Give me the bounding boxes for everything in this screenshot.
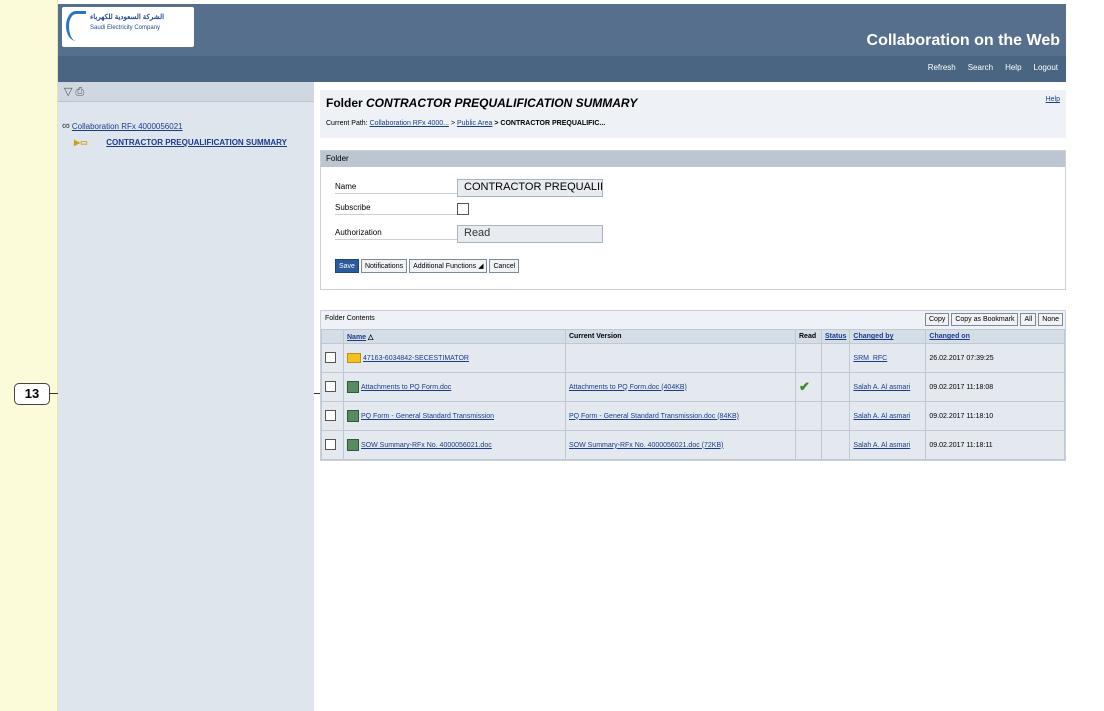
table-row: PQ Form - General Standard Transmission …	[321, 401, 1065, 431]
row-changed-by[interactable]: Salah A. Al asmari	[853, 384, 910, 391]
row-status	[820, 343, 851, 373]
row-changed-on: 09.02.2017 11:18:11	[925, 430, 1065, 460]
select-column-header	[321, 329, 344, 344]
row-version-link[interactable]: Attachments to PQ Form.doc (404KB)	[569, 384, 687, 391]
row-name-link[interactable]: SOW Summary-RFx No. 4000056021.doc	[361, 442, 492, 449]
select-none-button[interactable]: None	[1038, 313, 1063, 326]
row-changed-by[interactable]: Salah A. Al asmari	[853, 413, 910, 420]
row-status	[820, 401, 851, 431]
subscribe-label: Subscribe	[335, 203, 457, 215]
column-header-name[interactable]: Name △	[343, 329, 566, 344]
column-header-read: Read	[795, 329, 822, 344]
sidebar: ▽ ⎙ ∞ Collaboration RFx 4000056021 ▶▭ CO…	[58, 82, 314, 711]
row-read	[795, 343, 822, 373]
row-checkbox[interactable]	[325, 438, 336, 450]
folder-panel: Folder Name CONTRACTOR PREQUALIFICATION …	[320, 150, 1066, 290]
folder-icon: ▶▭	[74, 138, 88, 147]
folder-icon	[347, 353, 361, 363]
name-label: Name	[335, 182, 457, 194]
logout-link[interactable]: Logout	[1034, 63, 1058, 72]
column-header-changed-by[interactable]: Changed by	[849, 329, 927, 344]
binoculars-icon: ∞	[62, 120, 70, 132]
document-icon	[347, 410, 359, 422]
row-changed-on: 09.02.2017 11:18:10	[925, 401, 1065, 431]
folder-buttons: Save Notifications Additional Functions …	[335, 259, 520, 273]
row-name-link[interactable]: Attachments to PQ Form.doc	[361, 384, 451, 391]
subscribe-checkbox[interactable]	[457, 203, 469, 215]
tree-child-link[interactable]: CONTRACTOR PREQUALIFICATION SUMMARY	[106, 138, 287, 147]
document-icon	[347, 439, 359, 451]
logo-english-text: Saudi Electricity Company	[90, 25, 161, 31]
contents-table: Name △ Current Version Read Status Chang…	[321, 329, 1065, 460]
column-header-changed-on[interactable]: Changed on	[925, 329, 1065, 344]
additional-functions-button[interactable]: Additional Functions ◢	[409, 259, 488, 273]
folder-contents-header: Folder Contents Copy Copy as Bookmark Al…	[321, 311, 1065, 329]
margin-strip	[0, 0, 58, 711]
subscribe-row: Subscribe	[335, 203, 469, 215]
breadcrumb-link-collab[interactable]: Collaboration RFx 4000...	[370, 120, 449, 127]
page-title: Folder CONTRACTOR PREQUALIFICATION SUMMA…	[326, 96, 638, 110]
company-logo: الشركة السعودية للكهرباء Saudi Electrici…	[62, 7, 194, 47]
row-checkbox[interactable]	[325, 409, 336, 421]
app-window: الشركة السعودية للكهرباء Saudi Electrici…	[58, 4, 1066, 711]
breadcrumb: Current Path: Collaboration RFx 4000... …	[326, 120, 606, 127]
sidebar-tools[interactable]: ▽ ⎙	[58, 82, 314, 102]
table-row: SOW Summary-RFx No. 4000056021.doc SOW S…	[321, 430, 1065, 460]
tree-child[interactable]: ▶▭ CONTRACTOR PREQUALIFICATION SUMMARY	[66, 137, 306, 149]
tree-root[interactable]: ∞ Collaboration RFx 4000056021	[62, 120, 183, 132]
row-changed-by[interactable]: Salah A. Al asmari	[853, 442, 910, 449]
authorization-row: Authorization Read	[335, 225, 603, 243]
row-version-link[interactable]: PQ Form - General Standard Transmission.…	[569, 413, 739, 420]
row-version-link[interactable]: SOW Summary-RFx No. 4000056021.doc (72KB…	[569, 442, 723, 449]
row-status	[820, 372, 851, 402]
row-name-link[interactable]: 47163-6034842-SECESTIMATOR	[363, 355, 469, 362]
authorization-label: Authorization	[335, 228, 457, 240]
row-checkbox[interactable]	[325, 351, 336, 363]
main-content: Folder CONTRACTOR PREQUALIFICATION SUMMA…	[320, 90, 1066, 461]
page-help-link[interactable]: Help	[1046, 96, 1060, 103]
search-link[interactable]: Search	[968, 63, 993, 72]
row-name-link[interactable]: PQ Form - General Standard Transmission	[361, 413, 494, 420]
breadcrumb-link-public[interactable]: Public Area	[457, 120, 492, 127]
name-field[interactable]: CONTRACTOR PREQUALIFICATION SUMMARY	[457, 179, 603, 197]
table-row: Attachments to PQ Form.doc Attachments t…	[321, 372, 1065, 402]
name-row: Name CONTRACTOR PREQUALIFICATION SUMMARY	[335, 179, 603, 197]
document-icon	[347, 381, 359, 393]
row-changed-by[interactable]: SRM_RFC	[853, 355, 887, 362]
table-row: 47163-6034842-SECESTIMATOR SRM_RFC 26.02…	[321, 343, 1065, 373]
title-area: Folder CONTRACTOR PREQUALIFICATION SUMMA…	[320, 90, 1066, 138]
notifications-button[interactable]: Notifications	[360, 259, 408, 273]
folder-panel-header: Folder	[321, 151, 1065, 167]
save-button[interactable]: Save	[335, 259, 359, 273]
tree-root-link[interactable]: Collaboration RFx 4000056021	[72, 122, 183, 131]
logo-arabic-text: الشركة السعودية للكهرباء	[90, 14, 165, 21]
column-header-status[interactable]: Status	[820, 329, 851, 344]
app-title: Collaboration on the Web	[866, 32, 1060, 49]
refresh-link[interactable]: Refresh	[928, 63, 956, 72]
select-all-button[interactable]: All	[1020, 313, 1037, 326]
row-changed-on: 09.02.2017 11:18:08	[925, 372, 1065, 402]
cancel-button[interactable]: Cancel	[489, 259, 520, 273]
row-checkbox[interactable]	[325, 380, 336, 392]
column-header-version: Current Version	[565, 329, 796, 344]
read-check-icon: ✔	[795, 372, 822, 402]
row-status	[820, 430, 851, 460]
authorization-field: Read	[457, 225, 603, 243]
logo-swoosh-icon	[66, 11, 86, 41]
row-changed-on: 26.02.2017 07:39:25	[925, 343, 1065, 373]
copy-button[interactable]: Copy	[925, 313, 950, 326]
folder-contents-panel: Folder Contents Copy Copy as Bookmark Al…	[320, 310, 1066, 461]
row-read	[795, 430, 822, 460]
help-link[interactable]: Help	[1005, 63, 1021, 72]
header: الشركة السعودية للكهرباء Saudi Electrici…	[58, 4, 1066, 56]
callout-number: 13	[14, 383, 50, 405]
row-read	[795, 401, 822, 431]
top-nav: Refresh Search Help Logout	[58, 56, 1066, 82]
copy-as-bookmark-button[interactable]: Copy as Bookmark	[951, 313, 1019, 326]
